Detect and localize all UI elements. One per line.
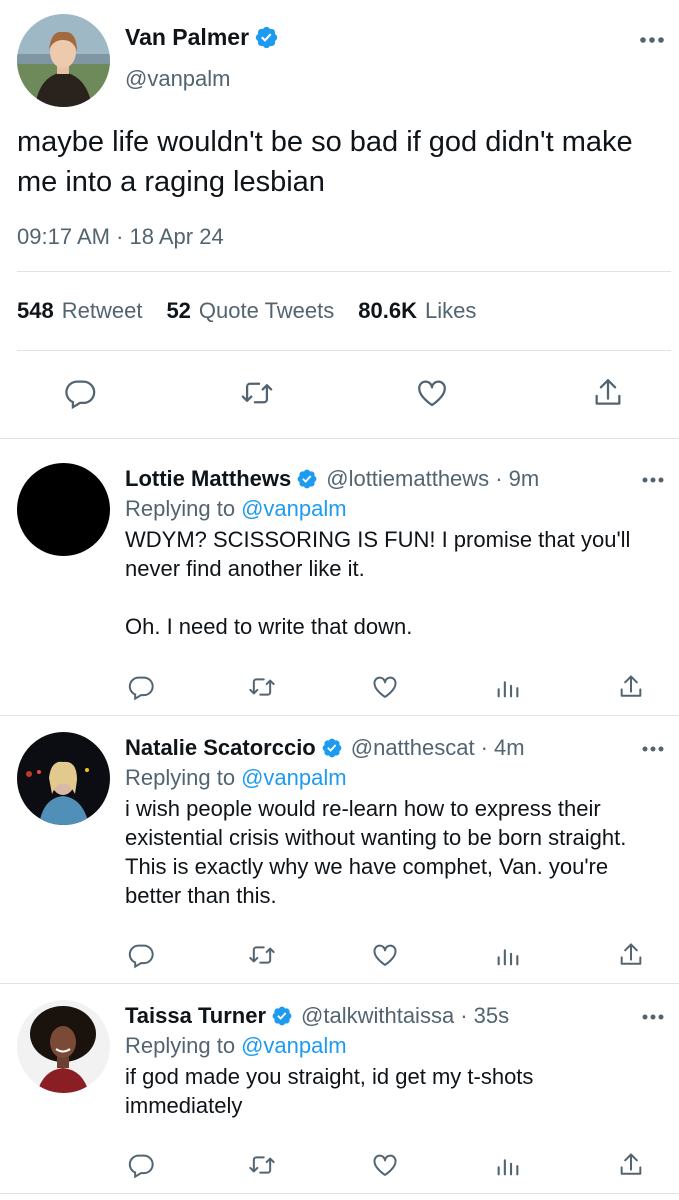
more-options-icon[interactable] — [639, 36, 665, 44]
likes-stat-label: Likes — [424, 298, 477, 323]
divider — [0, 983, 679, 984]
reply-author-handle[interactable]: @natthescat — [351, 735, 475, 761]
replying-to: Replying to @vanpalm — [125, 496, 347, 522]
verified-badge-icon — [255, 26, 278, 49]
reply-tweet[interactable]: Lottie Matthews @lottiematthews · 9m Rep… — [0, 463, 679, 715]
reply-tweet[interactable]: Taissa Turner @talkwithtaissa · 35s Repl… — [0, 1000, 679, 1200]
share-icon[interactable] — [617, 673, 645, 701]
replying-to-label: Replying to — [125, 1033, 236, 1058]
reply-header: Taissa Turner @talkwithtaissa · 35s — [125, 1003, 509, 1029]
share-icon[interactable] — [591, 376, 625, 410]
author-row: Van Palmer — [125, 24, 279, 51]
reply-header: Natalie Scatorccio @natthescat · 4m — [125, 735, 525, 761]
reply-time[interactable]: · 4m — [481, 735, 525, 761]
reply-paragraph: WDYM? SCISSORING IS FUN! I promise that … — [125, 527, 631, 581]
retweet-icon[interactable] — [248, 1151, 276, 1179]
quote-tweets-stat-label: Quote Tweets — [198, 298, 335, 323]
author-handle[interactable]: @vanpalm — [125, 66, 231, 92]
more-options-icon[interactable] — [641, 476, 665, 484]
divider — [0, 715, 679, 716]
like-icon[interactable] — [415, 376, 449, 410]
quote-tweets-count: 52 — [166, 298, 191, 323]
analytics-icon[interactable] — [494, 1151, 522, 1179]
reply-icon[interactable] — [127, 1151, 155, 1179]
reply-author-name[interactable]: Natalie Scatorccio — [125, 735, 316, 761]
tweet-text: maybe life wouldn't be so bad if god did… — [17, 126, 633, 198]
reply-time[interactable]: · 35s — [460, 1003, 509, 1029]
replying-to-link[interactable]: @vanpalm — [241, 1033, 347, 1058]
replying-to-link[interactable]: @vanpalm — [241, 765, 347, 790]
verified-badge-icon — [322, 738, 342, 758]
analytics-icon[interactable] — [494, 941, 522, 969]
reply-header: Lottie Matthews @lottiematthews · 9m — [125, 466, 539, 492]
retweet-stat[interactable]: 548 Retweet — [17, 298, 142, 324]
reply-paragraph: i wish people would re-learn how to expr… — [125, 796, 627, 908]
retweet-stat-label: Retweet — [61, 298, 143, 323]
divider — [0, 1193, 679, 1194]
replying-to-label: Replying to — [125, 496, 236, 521]
reply-author-handle[interactable]: @lottiematthews — [326, 466, 489, 492]
retweet-count: 548 — [17, 298, 54, 323]
likes-stat[interactable]: 80.6K Likes — [358, 298, 476, 324]
reply-tweet[interactable]: Natalie Scatorccio @natthescat · 4m Repl… — [0, 732, 679, 983]
verified-badge-icon — [297, 469, 317, 489]
replying-to: Replying to @vanpalm — [125, 1033, 347, 1059]
reply-icon[interactable] — [127, 673, 155, 701]
more-options-icon[interactable] — [641, 745, 665, 753]
reply-author-name[interactable]: Taissa Turner — [125, 1003, 266, 1029]
divider — [17, 271, 671, 272]
replying-to-label: Replying to — [125, 765, 236, 790]
share-icon[interactable] — [617, 941, 645, 969]
like-icon[interactable] — [371, 941, 399, 969]
reply-author-handle[interactable]: @talkwithtaissa — [301, 1003, 454, 1029]
reply-paragraph: Oh. I need to write that down. — [125, 614, 413, 639]
reply-text: WDYM? SCISSORING IS FUN! I promise that … — [125, 525, 645, 641]
reply-time[interactable]: · 9m — [495, 466, 539, 492]
share-icon[interactable] — [617, 1151, 645, 1179]
analytics-icon[interactable] — [494, 673, 522, 701]
divider — [17, 350, 671, 351]
quote-tweets-stat[interactable]: 52 Quote Tweets — [166, 298, 334, 324]
avatar[interactable] — [17, 1000, 110, 1093]
verified-badge-icon — [272, 1006, 292, 1026]
replying-to-link[interactable]: @vanpalm — [241, 496, 347, 521]
retweet-icon[interactable] — [248, 673, 276, 701]
reply-icon[interactable] — [127, 941, 155, 969]
reply-icon[interactable] — [63, 376, 97, 410]
likes-count: 80.6K — [358, 298, 417, 323]
retweet-icon[interactable] — [248, 941, 276, 969]
main-tweet: Van Palmer @vanpalm maybe life wouldn't … — [0, 0, 679, 438]
avatar[interactable] — [17, 463, 110, 556]
retweet-icon[interactable] — [240, 376, 274, 410]
like-icon[interactable] — [371, 1151, 399, 1179]
tweet-stats: 548 Retweet 52 Quote Tweets 80.6K Likes — [17, 298, 500, 324]
more-options-icon[interactable] — [641, 1013, 665, 1021]
author-name[interactable]: Van Palmer — [125, 24, 249, 51]
reply-text: if god made you straight, id get my t-sh… — [125, 1062, 645, 1120]
avatar[interactable] — [17, 732, 110, 825]
reply-author-name[interactable]: Lottie Matthews — [125, 466, 291, 492]
reply-paragraph: if god made you straight, id get my t-sh… — [125, 1064, 534, 1118]
divider — [0, 438, 679, 439]
replying-to: Replying to @vanpalm — [125, 765, 347, 791]
like-icon[interactable] — [371, 673, 399, 701]
reply-text: i wish people would re-learn how to expr… — [125, 794, 645, 910]
avatar[interactable] — [17, 14, 110, 107]
tweet-timestamp[interactable]: 09:17 AM · 18 Apr 24 — [17, 224, 224, 250]
